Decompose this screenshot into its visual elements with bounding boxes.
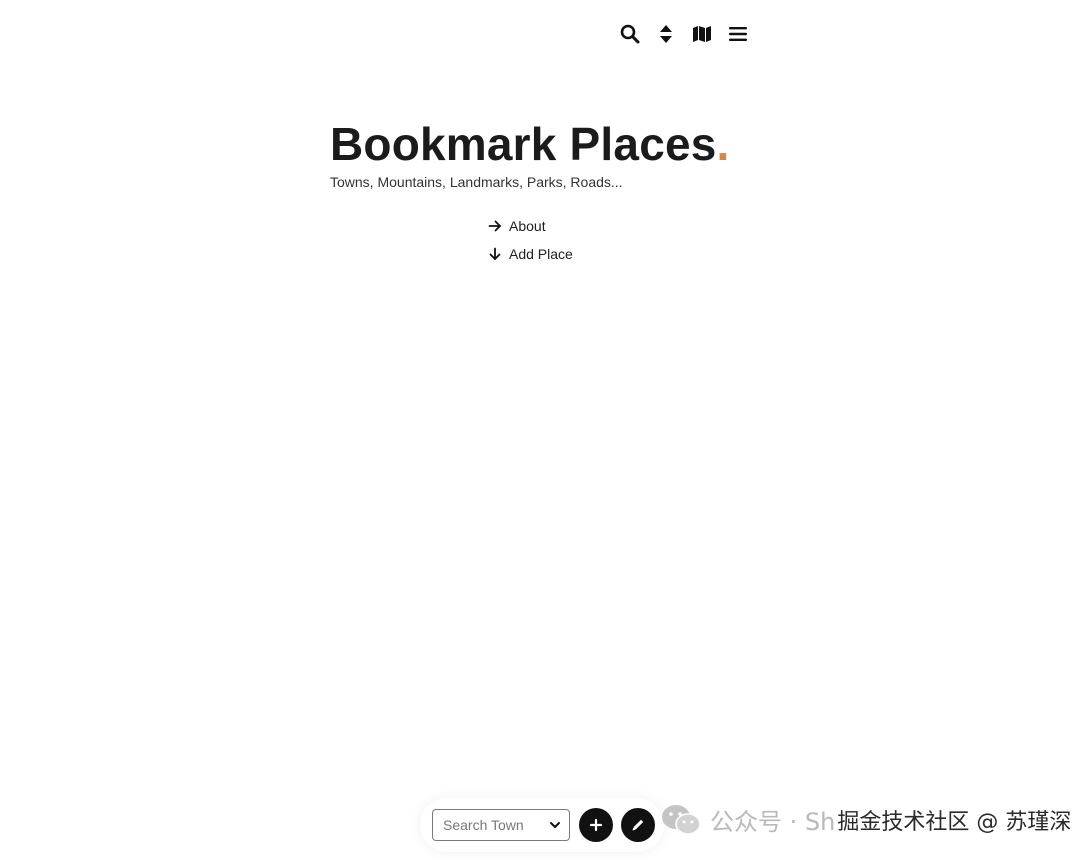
watermark-left-text: 公众号 · Sh — [710, 808, 836, 836]
arrow-down-icon — [488, 247, 502, 261]
page-title: Bookmark Places. — [330, 118, 730, 170]
add-place-link[interactable]: Add Place — [488, 240, 573, 268]
search-icon — [620, 24, 640, 44]
map-icon — [693, 26, 711, 42]
edit-button[interactable] — [621, 808, 655, 842]
menu-button[interactable] — [720, 20, 756, 48]
sort-button[interactable] — [648, 20, 684, 48]
title-dot: . — [716, 118, 730, 170]
wechat-icon — [662, 804, 701, 835]
map-button[interactable] — [684, 20, 720, 48]
search-town-placeholder: Search Town — [443, 817, 524, 833]
menu-icon — [729, 27, 747, 41]
hero: Bookmark Places. Towns, Mountains, Landm… — [330, 118, 730, 190]
page-subtitle: Towns, Mountains, Landmarks, Parks, Road… — [330, 174, 623, 190]
watermark: 公众号 · Sh 掘金技术社区 @ 苏瑾深 — [660, 802, 1071, 837]
search-button[interactable] — [612, 20, 648, 48]
watermark-right-text: 掘金技术社区 @ 苏瑾深 — [837, 809, 1072, 835]
search-town-select[interactable]: Search Town — [432, 809, 570, 841]
add-place-link-label: Add Place — [509, 246, 573, 262]
nav-links: About Add Place — [488, 212, 573, 268]
about-link-label: About — [509, 218, 546, 234]
add-button[interactable] — [579, 808, 613, 842]
about-link[interactable]: About — [488, 212, 573, 240]
page: Bookmark Places. Towns, Mountains, Landm… — [0, 0, 1080, 864]
pencil-icon — [632, 819, 644, 831]
bottom-action-bar: Search Town — [420, 798, 664, 852]
chevron-down-icon — [550, 822, 560, 828]
page-title-text: Bookmark Places — [330, 118, 717, 170]
arrow-right-icon — [488, 219, 502, 233]
sort-icon — [660, 25, 672, 43]
top-toolbar — [612, 20, 756, 48]
plus-icon — [589, 818, 603, 832]
